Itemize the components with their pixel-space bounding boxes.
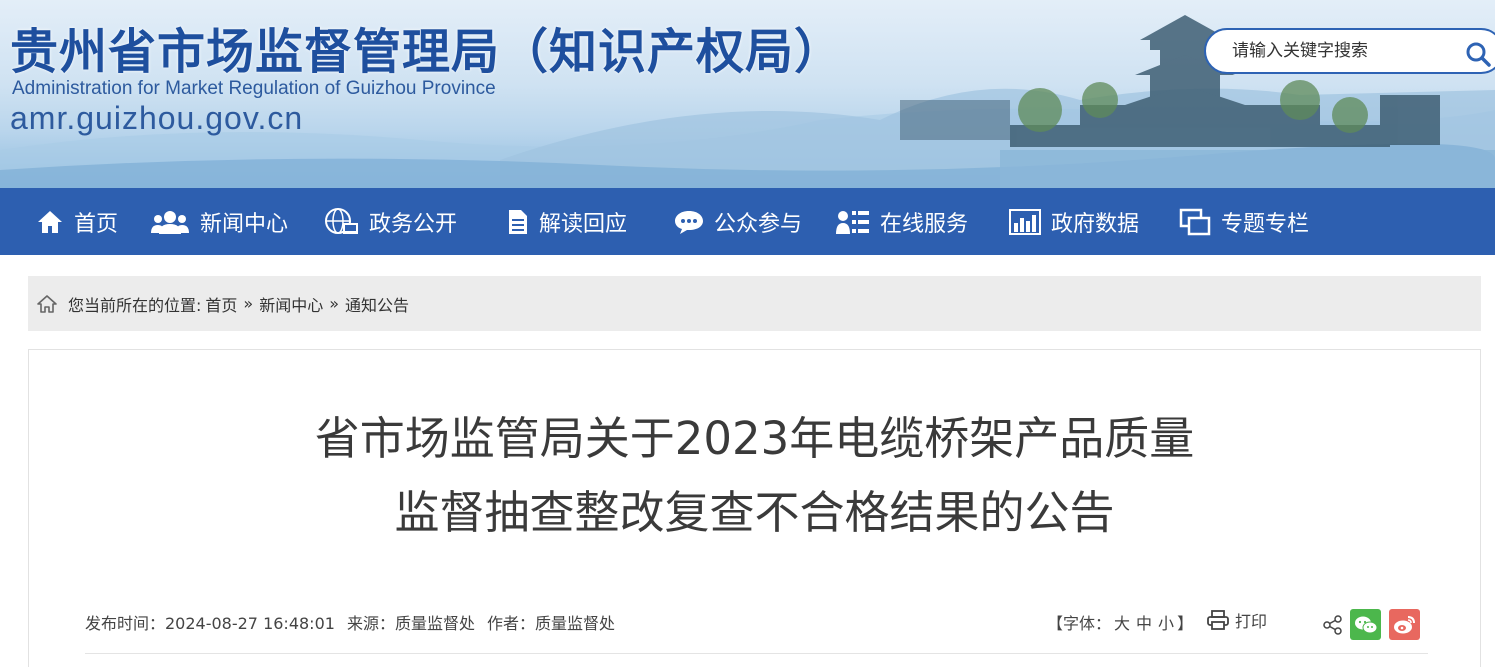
breadcrumb-separator: » — [243, 294, 254, 313]
site-title: 贵州省市场监督管理局（知识产权局） — [10, 24, 844, 80]
font-size-large-button[interactable]: 大 — [1114, 614, 1130, 633]
site-subtitle: Administration for Market Regulation of … — [12, 78, 496, 99]
article-title-line: 监督抽查整改复查不合格结果的公告 — [394, 486, 1115, 539]
nav-item-label: 政务公开 — [369, 211, 458, 237]
chat-icon — [675, 210, 703, 234]
header-banner: 贵州省市场监督管理局（知识产权局） Administration for Mar… — [0, 0, 1495, 188]
print-label: 打印 — [1235, 612, 1268, 631]
nav-item-label: 首页 — [74, 211, 119, 237]
breadcrumb-link-news[interactable]: 新闻中心 — [259, 292, 323, 316]
globe-icon — [325, 207, 358, 234]
article-panel: 省市场监管局关于2023年电缆桥架产品质量 监督抽查整改复查不合格结果的公告 发… — [28, 349, 1481, 667]
nav-item-special-topics[interactable]: 专题专栏 — [1179, 188, 1309, 255]
user-list-icon — [836, 210, 869, 234]
home-icon — [38, 210, 62, 233]
nav-item-label: 新闻中心 — [200, 211, 289, 237]
article-author: 作者：质量监督处 — [486, 614, 615, 633]
breadcrumb-prefix: 您当前所在的位置: — [68, 295, 202, 315]
article-source: 来源：质量监督处 — [346, 614, 475, 633]
weibo-share-button[interactable] — [1389, 609, 1420, 640]
share-icon[interactable] — [1323, 615, 1343, 635]
search-box — [1204, 28, 1495, 74]
nav-item-online-services[interactable]: 在线服务 — [836, 188, 968, 255]
article-title-line: 省市场监管局关于2023年电缆桥架产品质量 — [314, 412, 1195, 465]
font-size-control: 【字体：大中小】 — [1047, 610, 1193, 634]
nav-item-interpretation[interactable]: 解读回应 — [507, 188, 627, 255]
article-title: 省市场监管局关于2023年电缆桥架产品质量 监督抽查整改复查不合格结果的公告 — [29, 402, 1480, 550]
bar-chart-icon — [1009, 208, 1041, 235]
wechat-share-button[interactable] — [1350, 609, 1381, 640]
search-icon[interactable] — [1464, 40, 1492, 68]
nav-item-label: 解读回应 — [539, 211, 628, 237]
font-size-medium-button[interactable]: 中 — [1136, 614, 1152, 633]
wechat-icon — [1354, 616, 1377, 633]
nav-item-home[interactable]: 首页 — [36, 188, 118, 255]
search-input[interactable] — [1206, 41, 1446, 61]
breadcrumb-separator: » — [329, 294, 340, 313]
printer-icon — [1207, 610, 1229, 630]
breadcrumb-link-notices[interactable]: 通知公告 — [345, 292, 409, 316]
font-size-label: 【字体： — [1047, 614, 1112, 633]
nav-item-news[interactable]: 新闻中心 — [150, 188, 288, 255]
print-button[interactable]: 打印 — [1207, 608, 1267, 632]
meta-divider — [85, 653, 1428, 654]
people-icon — [151, 210, 189, 234]
nav-item-public-participation[interactable]: 公众参与 — [674, 188, 802, 255]
site-domain: amr.guizhou.gov.cn — [10, 100, 304, 136]
font-size-close: 】 — [1177, 614, 1194, 633]
home-icon — [37, 294, 57, 313]
publish-time: 发布时间：2024-08-27 16:48:01 — [85, 614, 335, 633]
window-icon — [1179, 208, 1211, 235]
font-size-small-button[interactable]: 小 — [1158, 614, 1174, 633]
breadcrumb-link-home[interactable]: 首页 — [205, 292, 237, 316]
nav-item-label: 政府数据 — [1051, 211, 1140, 237]
article-meta: 发布时间：2024-08-27 16:48:01 来源：质量监督处 作者：质量监… — [85, 610, 627, 634]
nav-item-label: 专题专栏 — [1221, 211, 1310, 237]
weibo-icon — [1393, 615, 1415, 633]
document-icon — [509, 209, 527, 234]
nav-item-government-affairs[interactable]: 政务公开 — [323, 188, 457, 255]
main-nav: 首页 新闻中心 政务公开 解读回应 公众参与 在线服务 政府数据 专题专栏 — [0, 188, 1495, 255]
nav-item-label: 在线服务 — [880, 211, 969, 237]
nav-item-government-data[interactable]: 政府数据 — [1009, 188, 1139, 255]
nav-item-label: 公众参与 — [714, 211, 803, 237]
breadcrumb: 您当前所在的位置: 首页 » 新闻中心 » 通知公告 — [28, 276, 1481, 331]
